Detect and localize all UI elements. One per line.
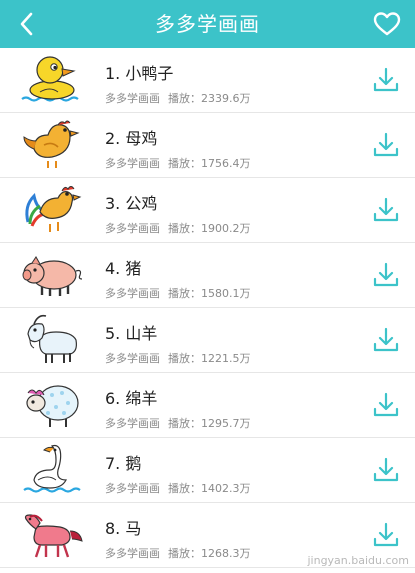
rooster-icon	[25, 186, 82, 232]
plays-label: 播放：	[168, 352, 201, 365]
item-source: 多多学画画	[105, 157, 160, 170]
app-header: 多多学画画	[0, 0, 415, 48]
play-count: 1221.5万	[201, 352, 251, 365]
list-item[interactable]: 2. 母鸡 多多学画画 播放：1756.4万	[0, 113, 415, 178]
list-item[interactable]: 1. 小鸭子 多多学画画 播放：2339.6万	[0, 48, 415, 113]
item-source: 多多学画画	[105, 92, 160, 105]
play-count: 1756.4万	[201, 157, 251, 170]
download-icon[interactable]	[371, 520, 401, 550]
item-title: 2. 母鸡	[105, 129, 158, 148]
plays-label: 播放：	[168, 547, 201, 560]
item-source: 多多学画画	[105, 222, 160, 235]
item-source: 多多学画画	[105, 287, 160, 300]
plays-label: 播放：	[168, 92, 201, 105]
play-count: 1900.2万	[201, 222, 251, 235]
plays-label: 播放：	[168, 287, 201, 300]
download-icon[interactable]	[371, 65, 401, 95]
horse-icon	[24, 514, 83, 558]
item-meta: 多多学画画 播放：1402.3万	[105, 480, 251, 496]
play-count: 1402.3万	[201, 482, 251, 495]
download-icon[interactable]	[371, 130, 401, 160]
plays-label: 播放：	[168, 157, 201, 170]
video-list: 1. 小鸭子 多多学画画 播放：2339.6万 2. 母鸡 多多学画画 播放：175…	[0, 48, 415, 568]
sheep-icon	[26, 385, 79, 427]
item-source: 多多学画画	[105, 417, 160, 430]
item-meta: 多多学画画 播放：1295.7万	[105, 415, 251, 431]
item-title: 5. 山羊	[105, 324, 158, 343]
play-count: 2339.6万	[201, 92, 251, 105]
hen-icon	[23, 120, 80, 168]
item-source: 多多学画画	[105, 352, 160, 365]
list-item[interactable]: 3. 公鸡 多多学画画 播放：1900.2万	[0, 178, 415, 243]
list-item[interactable]: 7. 鹅 多多学画画 播放：1402.3万	[0, 438, 415, 503]
download-icon[interactable]	[371, 390, 401, 420]
play-count: 1268.3万	[201, 547, 251, 560]
item-title: 6. 绵羊	[105, 389, 158, 408]
pig-icon	[22, 256, 83, 296]
item-meta: 多多学画画 播放：1580.1万	[105, 285, 251, 301]
item-title: 4. 猪	[105, 259, 142, 278]
plays-label: 播放：	[168, 482, 201, 495]
plays-label: 播放：	[168, 417, 201, 430]
item-meta: 多多学画画 播放：1756.4万	[105, 155, 251, 171]
list-item[interactable]: 5. 山羊 多多学画画 播放：1221.5万	[0, 308, 415, 373]
item-meta: 多多学画画 播放：2339.6万	[105, 90, 251, 106]
goose-icon	[23, 444, 81, 493]
download-icon[interactable]	[371, 455, 401, 485]
duck-icon	[21, 56, 79, 102]
play-count: 1295.7万	[201, 417, 251, 430]
item-meta: 多多学画画 播放：1268.3万	[105, 545, 251, 561]
item-source: 多多学画画	[105, 482, 160, 495]
watermark: jingyan.baidu.com	[307, 554, 409, 567]
download-icon[interactable]	[371, 260, 401, 290]
item-meta: 多多学画画 播放：1900.2万	[105, 220, 251, 236]
goat-icon	[27, 314, 77, 363]
list-item[interactable]: 4. 猪 多多学画画 播放：1580.1万	[0, 243, 415, 308]
item-title: 8. 马	[105, 519, 142, 538]
item-title: 1. 小鸭子	[105, 64, 174, 83]
item-source: 多多学画画	[105, 547, 160, 560]
heart-icon[interactable]	[373, 11, 401, 37]
plays-label: 播放：	[168, 222, 201, 235]
list-item[interactable]: 6. 绵羊 多多学画画 播放：1295.7万	[0, 373, 415, 438]
item-title: 3. 公鸡	[105, 194, 158, 213]
item-meta: 多多学画画 播放：1221.5万	[105, 350, 251, 366]
play-count: 1580.1万	[201, 287, 251, 300]
download-icon[interactable]	[371, 195, 401, 225]
page-title: 多多学画画	[155, 12, 260, 36]
download-icon[interactable]	[371, 325, 401, 355]
item-title: 7. 鹅	[105, 454, 142, 473]
